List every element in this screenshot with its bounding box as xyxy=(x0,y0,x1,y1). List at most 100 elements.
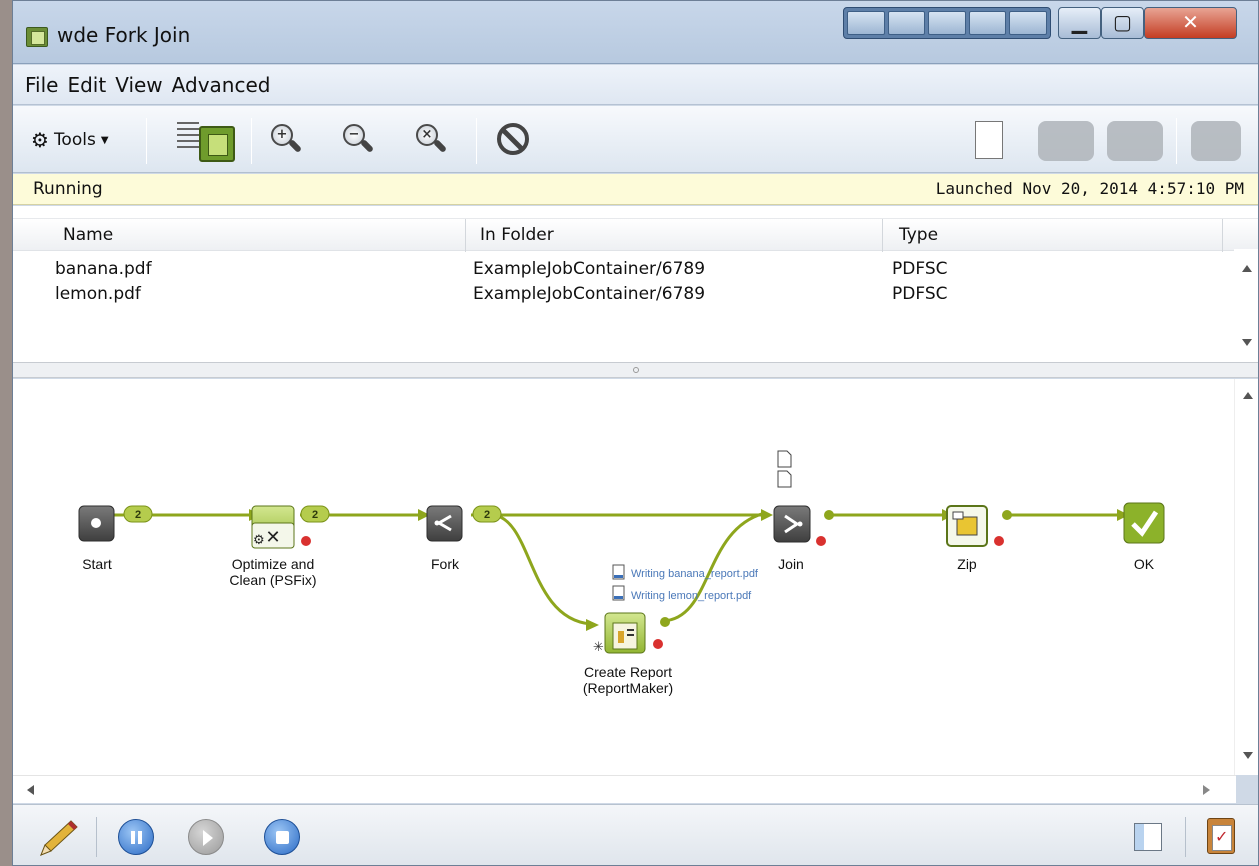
job-name: banana.pdf xyxy=(55,259,152,279)
toolbar-separator xyxy=(96,817,97,857)
join-queued-files xyxy=(777,450,792,488)
element-label-optimize: Optimize and xyxy=(232,556,314,572)
flow-element-report[interactable]: ✳ xyxy=(593,612,646,655)
scroll-down-icon[interactable] xyxy=(1243,752,1253,759)
asterisk-icon: ✳ xyxy=(593,640,604,655)
tools-label: Tools xyxy=(53,130,96,150)
element-label-zip: Zip xyxy=(957,556,977,572)
tag-heart-icon[interactable] xyxy=(1038,121,1094,161)
job-type: PDFSC xyxy=(892,259,948,279)
toolbar: ⚙ Tools ▼ + − × xyxy=(13,106,1258,173)
flow-element-fork[interactable] xyxy=(426,505,463,542)
menu-file[interactable]: File xyxy=(25,73,58,97)
toolbar-separator xyxy=(1185,817,1186,857)
window-tool-4[interactable] xyxy=(968,11,1007,35)
dropdown-caret-icon: ▼ xyxy=(100,134,109,146)
scroll-left-icon[interactable] xyxy=(27,785,34,795)
column-header-type[interactable]: Type xyxy=(899,225,938,245)
arrowhead-icon xyxy=(586,619,599,631)
column-header-folder[interactable]: In Folder xyxy=(480,225,554,245)
status-bar: Running Launched Nov 20, 2014 4:57:10 PM xyxy=(13,174,1258,205)
window-title: wde Fork Join xyxy=(57,23,191,47)
pause-icon[interactable] xyxy=(118,819,154,855)
toolbar-separator xyxy=(476,118,477,164)
tools-dropdown-button[interactable]: ⚙ Tools ▼ xyxy=(31,128,109,152)
column-header-name[interactable]: Name xyxy=(63,225,113,245)
menu-edit[interactable]: Edit xyxy=(67,73,106,97)
flow-element-zip[interactable] xyxy=(946,505,988,547)
job-folder: ExampleJobContainer/6789 xyxy=(473,284,706,304)
writing-lemon-status: Writing lemon_report.pdf xyxy=(612,585,752,602)
flow-element-join[interactable] xyxy=(773,505,811,543)
minimize-button[interactable]: ▁ xyxy=(1058,7,1101,39)
flow-vertical-scrollbar[interactable] xyxy=(1234,379,1258,775)
archive-icon xyxy=(956,516,978,536)
flow-element-ok[interactable] xyxy=(1123,502,1165,544)
clipboard-check-icon[interactable] xyxy=(1207,818,1235,854)
stop-sign-icon[interactable] xyxy=(497,123,529,155)
close-button[interactable]: ✕ xyxy=(1144,7,1237,39)
scroll-right-icon[interactable] xyxy=(1203,785,1210,795)
window-tool-2[interactable] xyxy=(887,11,926,35)
app-window: wde Fork Join ▁ ▢ ✕ File Edit View Advan… xyxy=(12,0,1259,866)
connection-report-join xyxy=(662,511,766,623)
table-scrollbar[interactable] xyxy=(1234,249,1258,362)
new-document-icon[interactable] xyxy=(969,121,1003,167)
menu-view[interactable]: View xyxy=(115,73,162,97)
table-header: Name In Folder Type xyxy=(13,218,1258,252)
window-tools-strip xyxy=(843,7,1051,39)
element-label-optimize-2: Clean (PSFix) xyxy=(229,572,316,588)
scroll-up-icon[interactable] xyxy=(1243,392,1253,399)
zoom-reset-icon[interactable]: × xyxy=(416,124,448,154)
job-state: Running xyxy=(33,179,103,199)
tag-badge-icon[interactable] xyxy=(1107,121,1163,161)
optimize-count-badge: 2 xyxy=(300,505,330,523)
pencil-icon[interactable] xyxy=(35,819,81,859)
writing-banana-status: Writing banana_report.pdf xyxy=(612,564,759,580)
error-indicator-icon xyxy=(653,639,663,649)
scroll-down-icon[interactable] xyxy=(1242,339,1252,346)
title-bar: wde Fork Join ▁ ▢ ✕ xyxy=(13,1,1258,64)
file-icon xyxy=(777,470,792,488)
panel-icon[interactable] xyxy=(1134,823,1162,851)
table-row[interactable]: banana.pdf ExampleJobContainer/6789 PDFS… xyxy=(13,259,1208,283)
app-icon xyxy=(26,27,48,47)
toolbar-separator xyxy=(1176,118,1177,164)
stop-icon[interactable] xyxy=(264,819,300,855)
cog-icon: ⚙ xyxy=(253,533,265,548)
window-tool-3[interactable] xyxy=(928,11,966,35)
maximize-button[interactable]: ▢ xyxy=(1101,7,1144,39)
flow-canvas[interactable]: 2 2 2 Start ✕ ⚙ Optimize and Clean (PSFi… xyxy=(13,379,1236,775)
connection-origin-icon xyxy=(660,617,670,627)
jobs-table: Name In Folder Type banana.pdf ExampleJo… xyxy=(13,206,1258,362)
report-list-icon[interactable] xyxy=(177,118,239,164)
pane-splitter[interactable] xyxy=(13,362,1258,378)
toolbar-separator xyxy=(146,118,147,164)
window-tool-1[interactable] xyxy=(847,11,885,35)
connection-fork-report xyxy=(492,513,592,626)
svg-text:2: 2 xyxy=(484,509,490,521)
tag-icon[interactable] xyxy=(1191,121,1241,161)
svg-text:2: 2 xyxy=(135,509,141,521)
flow-horizontal-scrollbar[interactable] xyxy=(13,775,1236,803)
element-label-ok: OK xyxy=(1134,556,1155,572)
menu-advanced[interactable]: Advanced xyxy=(172,73,271,97)
error-indicator-icon xyxy=(994,536,1004,546)
flow-diagram: 2 2 2 Start ✕ ⚙ Optimize and Clean (PSFi… xyxy=(78,450,1165,696)
splitter-grip-icon xyxy=(633,367,639,373)
arrowhead-icon xyxy=(761,509,773,521)
bottom-toolbar xyxy=(13,804,1258,865)
launched-timestamp: Launched Nov 20, 2014 4:57:10 PM xyxy=(935,179,1244,198)
scroll-up-icon[interactable] xyxy=(1242,265,1252,272)
window-tool-5[interactable] xyxy=(1009,11,1047,35)
zoom-out-icon[interactable]: − xyxy=(343,124,375,154)
zoom-in-icon[interactable]: + xyxy=(271,124,303,154)
element-label-start: Start xyxy=(82,556,112,572)
file-icon xyxy=(777,450,792,468)
play-icon[interactable] xyxy=(188,819,224,855)
flow-element-optimize[interactable]: ✕ ⚙ xyxy=(251,505,295,549)
connection-origin-icon xyxy=(1002,510,1012,520)
tools-icon: ✕ xyxy=(265,527,280,548)
flow-element-start[interactable] xyxy=(78,505,115,542)
table-row[interactable]: lemon.pdf ExampleJobContainer/6789 PDFSC xyxy=(13,284,1208,308)
